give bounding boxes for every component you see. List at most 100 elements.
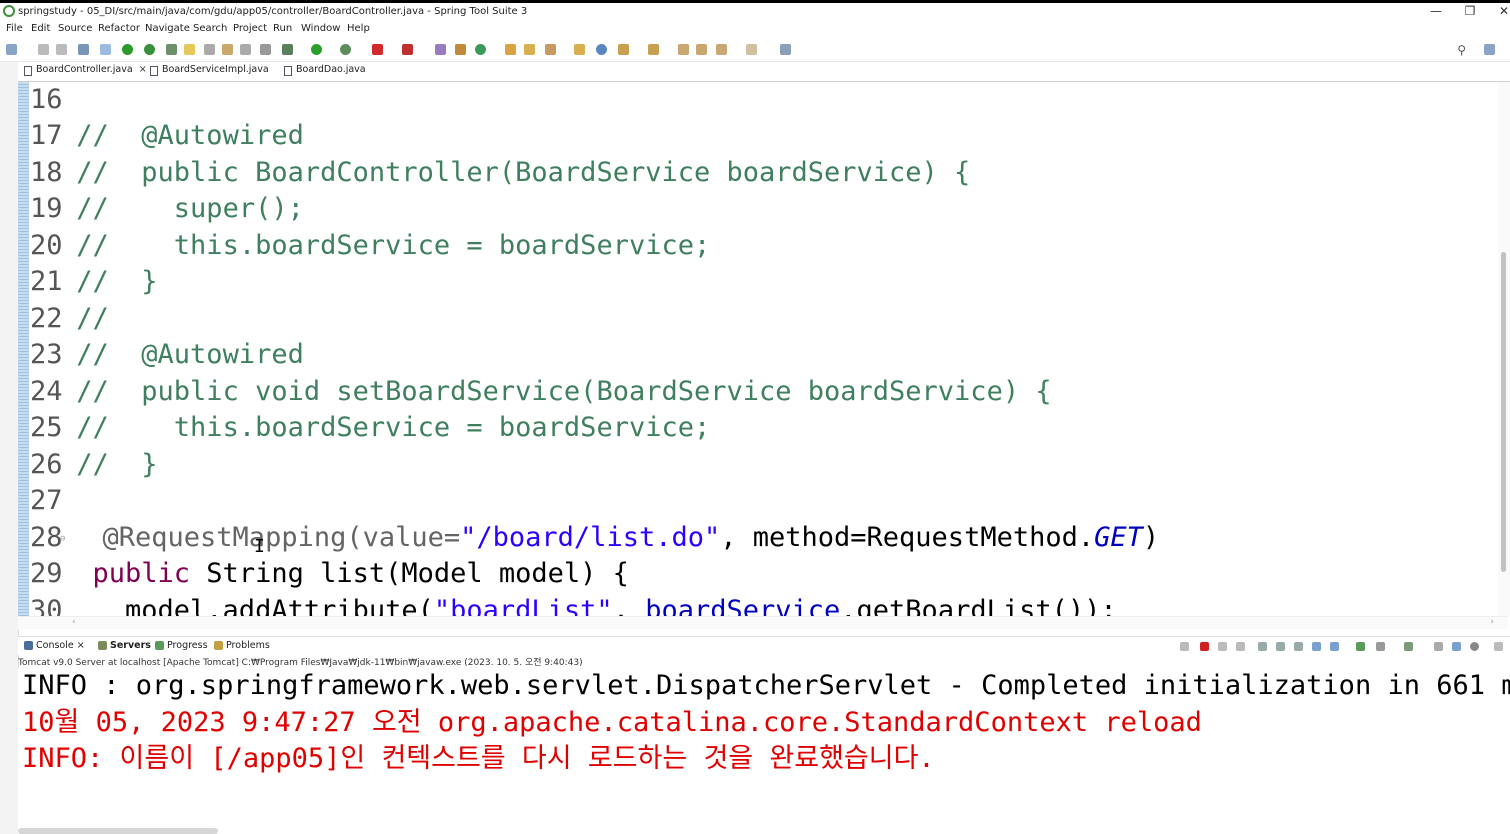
- code-text: ,: [612, 595, 646, 616]
- fold-toggle-icon[interactable]: ⊖: [60, 521, 70, 557]
- code-editor[interactable]: 16 17 // @Autowired 18 // public BoardCo…: [18, 82, 1508, 616]
- scroll-lock-icon[interactable]: [1276, 642, 1285, 651]
- stop-icon[interactable]: [372, 44, 383, 55]
- maximize-button[interactable]: ❐: [1460, 4, 1480, 18]
- last-edit-icon[interactable]: [678, 44, 689, 55]
- menu-window[interactable]: Window: [301, 23, 340, 34]
- copy-icon[interactable]: [1434, 642, 1443, 651]
- menu-source[interactable]: Source: [58, 23, 92, 34]
- progress-icon: [155, 641, 164, 650]
- editor-horizontal-scrollbar[interactable]: ‹ ›: [18, 616, 1508, 629]
- open-type-icon[interactable]: [166, 44, 177, 55]
- console-process-label: Tomcat v9.0 Server at localhost [Apache …: [18, 658, 583, 668]
- tab-board-service-impl[interactable]: BoardServiceImpl.java: [148, 64, 269, 80]
- editor-vertical-scrollbar[interactable]: [1498, 82, 1510, 616]
- clear-console-icon[interactable]: [1258, 642, 1267, 651]
- debug-icon[interactable]: [282, 44, 293, 55]
- remove-all-icon[interactable]: [1236, 642, 1245, 651]
- tab-label: BoardController.java: [36, 64, 133, 75]
- close-tab-icon[interactable]: ×: [139, 64, 147, 75]
- string-literal: "boardList": [433, 595, 613, 616]
- word-wrap-icon[interactable]: [204, 44, 215, 55]
- code-line: 28⊖ @RequestMapping(value="/board/list.d…: [30, 520, 1159, 556]
- last-edit-forward-icon[interactable]: [696, 44, 707, 55]
- pilcrow-icon[interactable]: [260, 44, 271, 55]
- perspective-icon[interactable]: [1484, 44, 1495, 55]
- back-arrow-icon[interactable]: [716, 44, 727, 55]
- comment-text: // public BoardController(BoardService b…: [76, 157, 971, 188]
- tab-problems[interactable]: Problems: [214, 640, 270, 651]
- menu-navigate[interactable]: Navigate: [145, 23, 190, 34]
- display-console-icon[interactable]: [1376, 642, 1385, 651]
- tab-board-controller[interactable]: BoardController.java ×: [22, 64, 147, 80]
- search-folder-icon[interactable]: [574, 44, 585, 55]
- mark-occurrences-icon[interactable]: [184, 44, 195, 55]
- comment-text: // @Autowired: [76, 339, 304, 370]
- new-package-icon[interactable]: [455, 44, 466, 55]
- pin-editor-icon[interactable]: [780, 44, 791, 55]
- code-text: .getBoardList());: [840, 595, 1117, 616]
- settings-icon[interactable]: [1470, 642, 1479, 651]
- save-icon[interactable]: [38, 44, 49, 55]
- scroll-right-icon[interactable]: ›: [1490, 617, 1494, 627]
- pin-console-icon[interactable]: [1356, 642, 1365, 651]
- scroll-left-icon[interactable]: ‹: [72, 617, 76, 627]
- forward-arrow-icon[interactable]: [746, 44, 757, 55]
- minimize-view-icon[interactable]: [1494, 642, 1503, 651]
- save-all-icon[interactable]: [56, 44, 67, 55]
- pen-icon[interactable]: [545, 44, 556, 55]
- show-on-error-icon[interactable]: [1330, 642, 1339, 651]
- open-folder-icon[interactable]: [505, 44, 516, 55]
- tab-servers[interactable]: Servers: [98, 640, 151, 651]
- close-tab-icon[interactable]: ×: [77, 640, 85, 651]
- new-java-project-icon[interactable]: [435, 44, 446, 55]
- line-number: 28: [30, 522, 63, 553]
- menu-search[interactable]: Search: [193, 23, 227, 34]
- tab-board-dao[interactable]: BoardDao.java: [282, 64, 366, 80]
- new-class-icon[interactable]: [475, 44, 486, 55]
- server-icon[interactable]: [402, 44, 413, 55]
- show-on-output-icon[interactable]: [1312, 642, 1321, 651]
- menu-edit[interactable]: Edit: [31, 23, 50, 34]
- search-icon[interactable]: ⚲: [1457, 43, 1466, 57]
- close-button[interactable]: ✕: [1494, 4, 1510, 18]
- code-line: 23 // @Autowired: [30, 337, 304, 373]
- globe-icon[interactable]: [596, 44, 607, 55]
- block-select-icon[interactable]: [222, 44, 233, 55]
- open-console-icon[interactable]: [1404, 642, 1413, 651]
- tab-progress[interactable]: Progress: [155, 640, 208, 651]
- new-icon[interactable]: [6, 44, 17, 55]
- next-annotation-icon[interactable]: [618, 44, 629, 55]
- terminal-icon[interactable]: [78, 44, 89, 55]
- remove-launch-icon[interactable]: [1218, 642, 1227, 651]
- window-title: springstudy - 05_DI/src/main/java/com/gd…: [18, 6, 528, 17]
- show-whitespace-icon[interactable]: [240, 44, 251, 55]
- scrollbar-thumb[interactable]: [1501, 252, 1506, 572]
- toggle-icon[interactable]: [100, 44, 111, 55]
- run-last-tool-icon[interactable]: [340, 44, 351, 55]
- word-wrap-icon[interactable]: [1294, 642, 1303, 651]
- menu-help[interactable]: Help: [347, 23, 370, 34]
- open-task-icon[interactable]: [524, 44, 535, 55]
- editor-tab-bar: BoardController.java × BoardServiceImpl.j…: [18, 62, 1510, 82]
- line-number: 21: [30, 266, 63, 297]
- refresh-icon[interactable]: [144, 44, 155, 55]
- restart-icon[interactable]: [1180, 642, 1189, 651]
- console-output[interactable]: INFO : org.springframework.web.servlet.D…: [18, 668, 1510, 834]
- tab-console[interactable]: Console ×: [24, 640, 85, 651]
- line-number: 29: [30, 558, 63, 589]
- line-number: 27: [30, 485, 63, 516]
- terminate-icon[interactable]: [1200, 642, 1209, 651]
- previous-annotation-icon[interactable]: [648, 44, 659, 55]
- menu-refactor[interactable]: Refactor: [98, 23, 140, 34]
- spring-boot-icon[interactable]: [122, 44, 133, 55]
- console-horizontal-scrollbar[interactable]: [18, 828, 218, 834]
- minimize-button[interactable]: —: [1426, 4, 1446, 18]
- code-line: 25 // this.boardService = boardService;: [30, 410, 710, 446]
- menu-project[interactable]: Project: [233, 23, 267, 34]
- menu-run[interactable]: Run: [273, 23, 292, 34]
- link-icon[interactable]: [1452, 642, 1461, 651]
- run-icon[interactable]: [311, 44, 322, 55]
- comment-text: // }: [76, 449, 158, 480]
- menu-file[interactable]: File: [6, 23, 23, 34]
